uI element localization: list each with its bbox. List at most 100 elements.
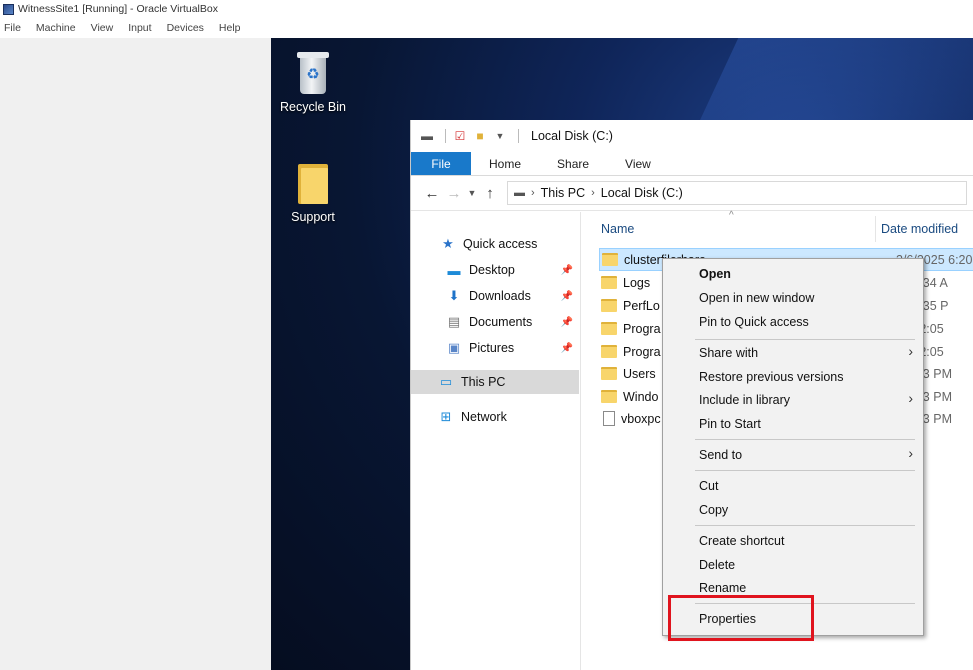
folder-icon (601, 276, 617, 289)
nav-quick-access[interactable]: ★ Quick access (411, 232, 579, 256)
navigation-pane: ★ Quick access ▬ Desktop 📌 ⬇ Downloads 📌… (411, 212, 581, 670)
breadcrumb-this-pc[interactable]: This PC (541, 186, 585, 200)
drive-icon[interactable]: ▬ (419, 128, 435, 144)
network-icon: ⊞ (440, 409, 452, 424)
pin-icon: 📌 (560, 264, 573, 276)
menu-item-open-new-window[interactable]: Open in new window (699, 291, 814, 305)
column-headers: ^ Name Date modified (583, 210, 973, 246)
menu-item-pin-to-start[interactable]: Pin to Start (699, 417, 761, 431)
folder-icon (602, 253, 618, 266)
host-empty-area (0, 38, 271, 670)
column-date-modified[interactable]: Date modified (881, 222, 958, 236)
file-name: Windo (623, 389, 659, 404)
folder-icon (601, 390, 617, 403)
screen: WitnessSite1 [Running] - Oracle VirtualB… (0, 0, 973, 670)
file-icon (603, 411, 615, 426)
desktop-icon-support[interactable]: Support (271, 162, 355, 224)
nav-desktop[interactable]: ▬ Desktop 📌 (411, 258, 579, 282)
nav-downloads[interactable]: ⬇ Downloads 📌 (411, 284, 579, 308)
customize-quick-access-icon[interactable]: ▼ (492, 128, 508, 144)
navigation-bar: ← → ▼ ↑ ▬ › This PC › Local Disk (C:) (411, 176, 973, 211)
explorer-title: Local Disk (C:) (531, 129, 613, 143)
pictures-icon: ▣ (447, 340, 461, 355)
new-folder-icon[interactable]: ■ (472, 128, 488, 144)
recycle-bin-icon: ♻ (293, 50, 333, 96)
nav-label: This PC (461, 375, 506, 389)
virtualbox-titlebar: WitnessSite1 [Running] - Oracle VirtualB… (0, 0, 973, 18)
properties-check-icon[interactable]: ☑ (452, 128, 468, 144)
tab-view[interactable]: View (607, 152, 669, 175)
explorer-titlebar: ▬ ☑ ■ ▼ Local Disk (C:) (411, 120, 973, 152)
ribbon-tabs: File Home Share View (411, 152, 973, 176)
menu-item-rename[interactable]: Rename (699, 581, 746, 595)
desktop-icon: ▬ (447, 262, 461, 278)
documents-icon: ▤ (447, 314, 461, 329)
column-name[interactable]: Name (601, 222, 634, 236)
file-name: Progra (623, 321, 661, 336)
file-name: Logs (623, 275, 651, 290)
pin-icon: 📌 (560, 316, 573, 328)
virtualbox-logo-icon (3, 3, 14, 15)
submenu-arrow-icon: › (908, 343, 913, 359)
properties-highlight-box (668, 595, 814, 641)
up-arrow-icon[interactable]: ↑ (479, 185, 501, 202)
tab-share[interactable]: Share (539, 152, 607, 175)
nav-label: Pictures (469, 341, 515, 355)
menu-item-send-to[interactable]: Send to (699, 448, 742, 462)
download-arrow-icon: ⬇ (448, 288, 460, 303)
file-name: Progra (623, 344, 661, 359)
submenu-arrow-icon: › (908, 445, 913, 461)
star-icon: ★ (442, 236, 454, 251)
recent-locations-chevron-icon[interactable]: ▼ (465, 188, 479, 198)
computer-icon: ▭ (439, 374, 453, 389)
breadcrumb-local-disk[interactable]: Local Disk (C:) (601, 186, 683, 200)
tab-home[interactable]: Home (471, 152, 539, 175)
nav-label: Downloads (469, 289, 531, 303)
desktop-icon-recycle-bin[interactable]: ♻ Recycle Bin (271, 50, 355, 114)
window-title: WitnessSite1 [Running] - Oracle VirtualB… (18, 3, 218, 15)
folder-icon (601, 367, 617, 380)
file-name: PerfLo (623, 298, 660, 313)
nav-label: Documents (469, 315, 533, 329)
menu-file[interactable]: File (4, 22, 21, 34)
menu-item-create-shortcut[interactable]: Create shortcut (699, 534, 784, 548)
chevron-right-icon[interactable]: › (531, 187, 535, 199)
nav-this-pc[interactable]: ▭ This PC (411, 370, 579, 394)
menu-help[interactable]: Help (219, 22, 241, 34)
computer-icon: ▬ (514, 187, 525, 199)
menu-view[interactable]: View (91, 22, 114, 34)
context-menu: Open Open in new window Pin to Quick acc… (662, 258, 924, 636)
back-arrow-icon[interactable]: ← (421, 185, 443, 202)
pin-icon: 📌 (560, 290, 573, 302)
nav-network[interactable]: ⊞ Network (411, 405, 579, 429)
menu-item-copy[interactable]: Copy (699, 503, 728, 517)
menu-devices[interactable]: Devices (167, 22, 204, 34)
submenu-arrow-icon: › (908, 390, 913, 406)
virtualbox-menubar: File Machine View Input Devices Help (0, 18, 973, 38)
nav-documents[interactable]: ▤ Documents 📌 (411, 310, 579, 334)
address-bar[interactable]: ▬ › This PC › Local Disk (C:) (507, 181, 967, 205)
menu-item-share-with[interactable]: Share with (699, 346, 758, 360)
menu-item-open[interactable]: Open (699, 267, 731, 281)
desktop-icon-label: Recycle Bin (280, 100, 346, 114)
folder-icon (296, 162, 330, 206)
pin-icon: 📌 (560, 342, 573, 354)
nav-label: Network (461, 410, 507, 424)
tab-file[interactable]: File (411, 152, 471, 175)
nav-pictures[interactable]: ▣ Pictures 📌 (411, 336, 579, 360)
menu-item-pin-quick-access[interactable]: Pin to Quick access (699, 315, 809, 329)
sort-ascending-icon: ^ (729, 210, 734, 221)
menu-item-delete[interactable]: Delete (699, 558, 735, 572)
menu-item-cut[interactable]: Cut (699, 479, 718, 493)
menu-item-include-in-library[interactable]: Include in library (699, 393, 790, 407)
menu-item-restore-previous-versions[interactable]: Restore previous versions (699, 370, 844, 384)
nav-label: Quick access (463, 237, 538, 251)
folder-icon (601, 299, 617, 312)
nav-label: Desktop (469, 263, 515, 277)
forward-arrow-icon[interactable]: → (443, 185, 465, 202)
menu-input[interactable]: Input (128, 22, 151, 34)
menu-machine[interactable]: Machine (36, 22, 76, 34)
desktop-icon-label: Support (291, 210, 335, 224)
chevron-right-icon[interactable]: › (591, 187, 595, 199)
folder-icon (601, 345, 617, 358)
